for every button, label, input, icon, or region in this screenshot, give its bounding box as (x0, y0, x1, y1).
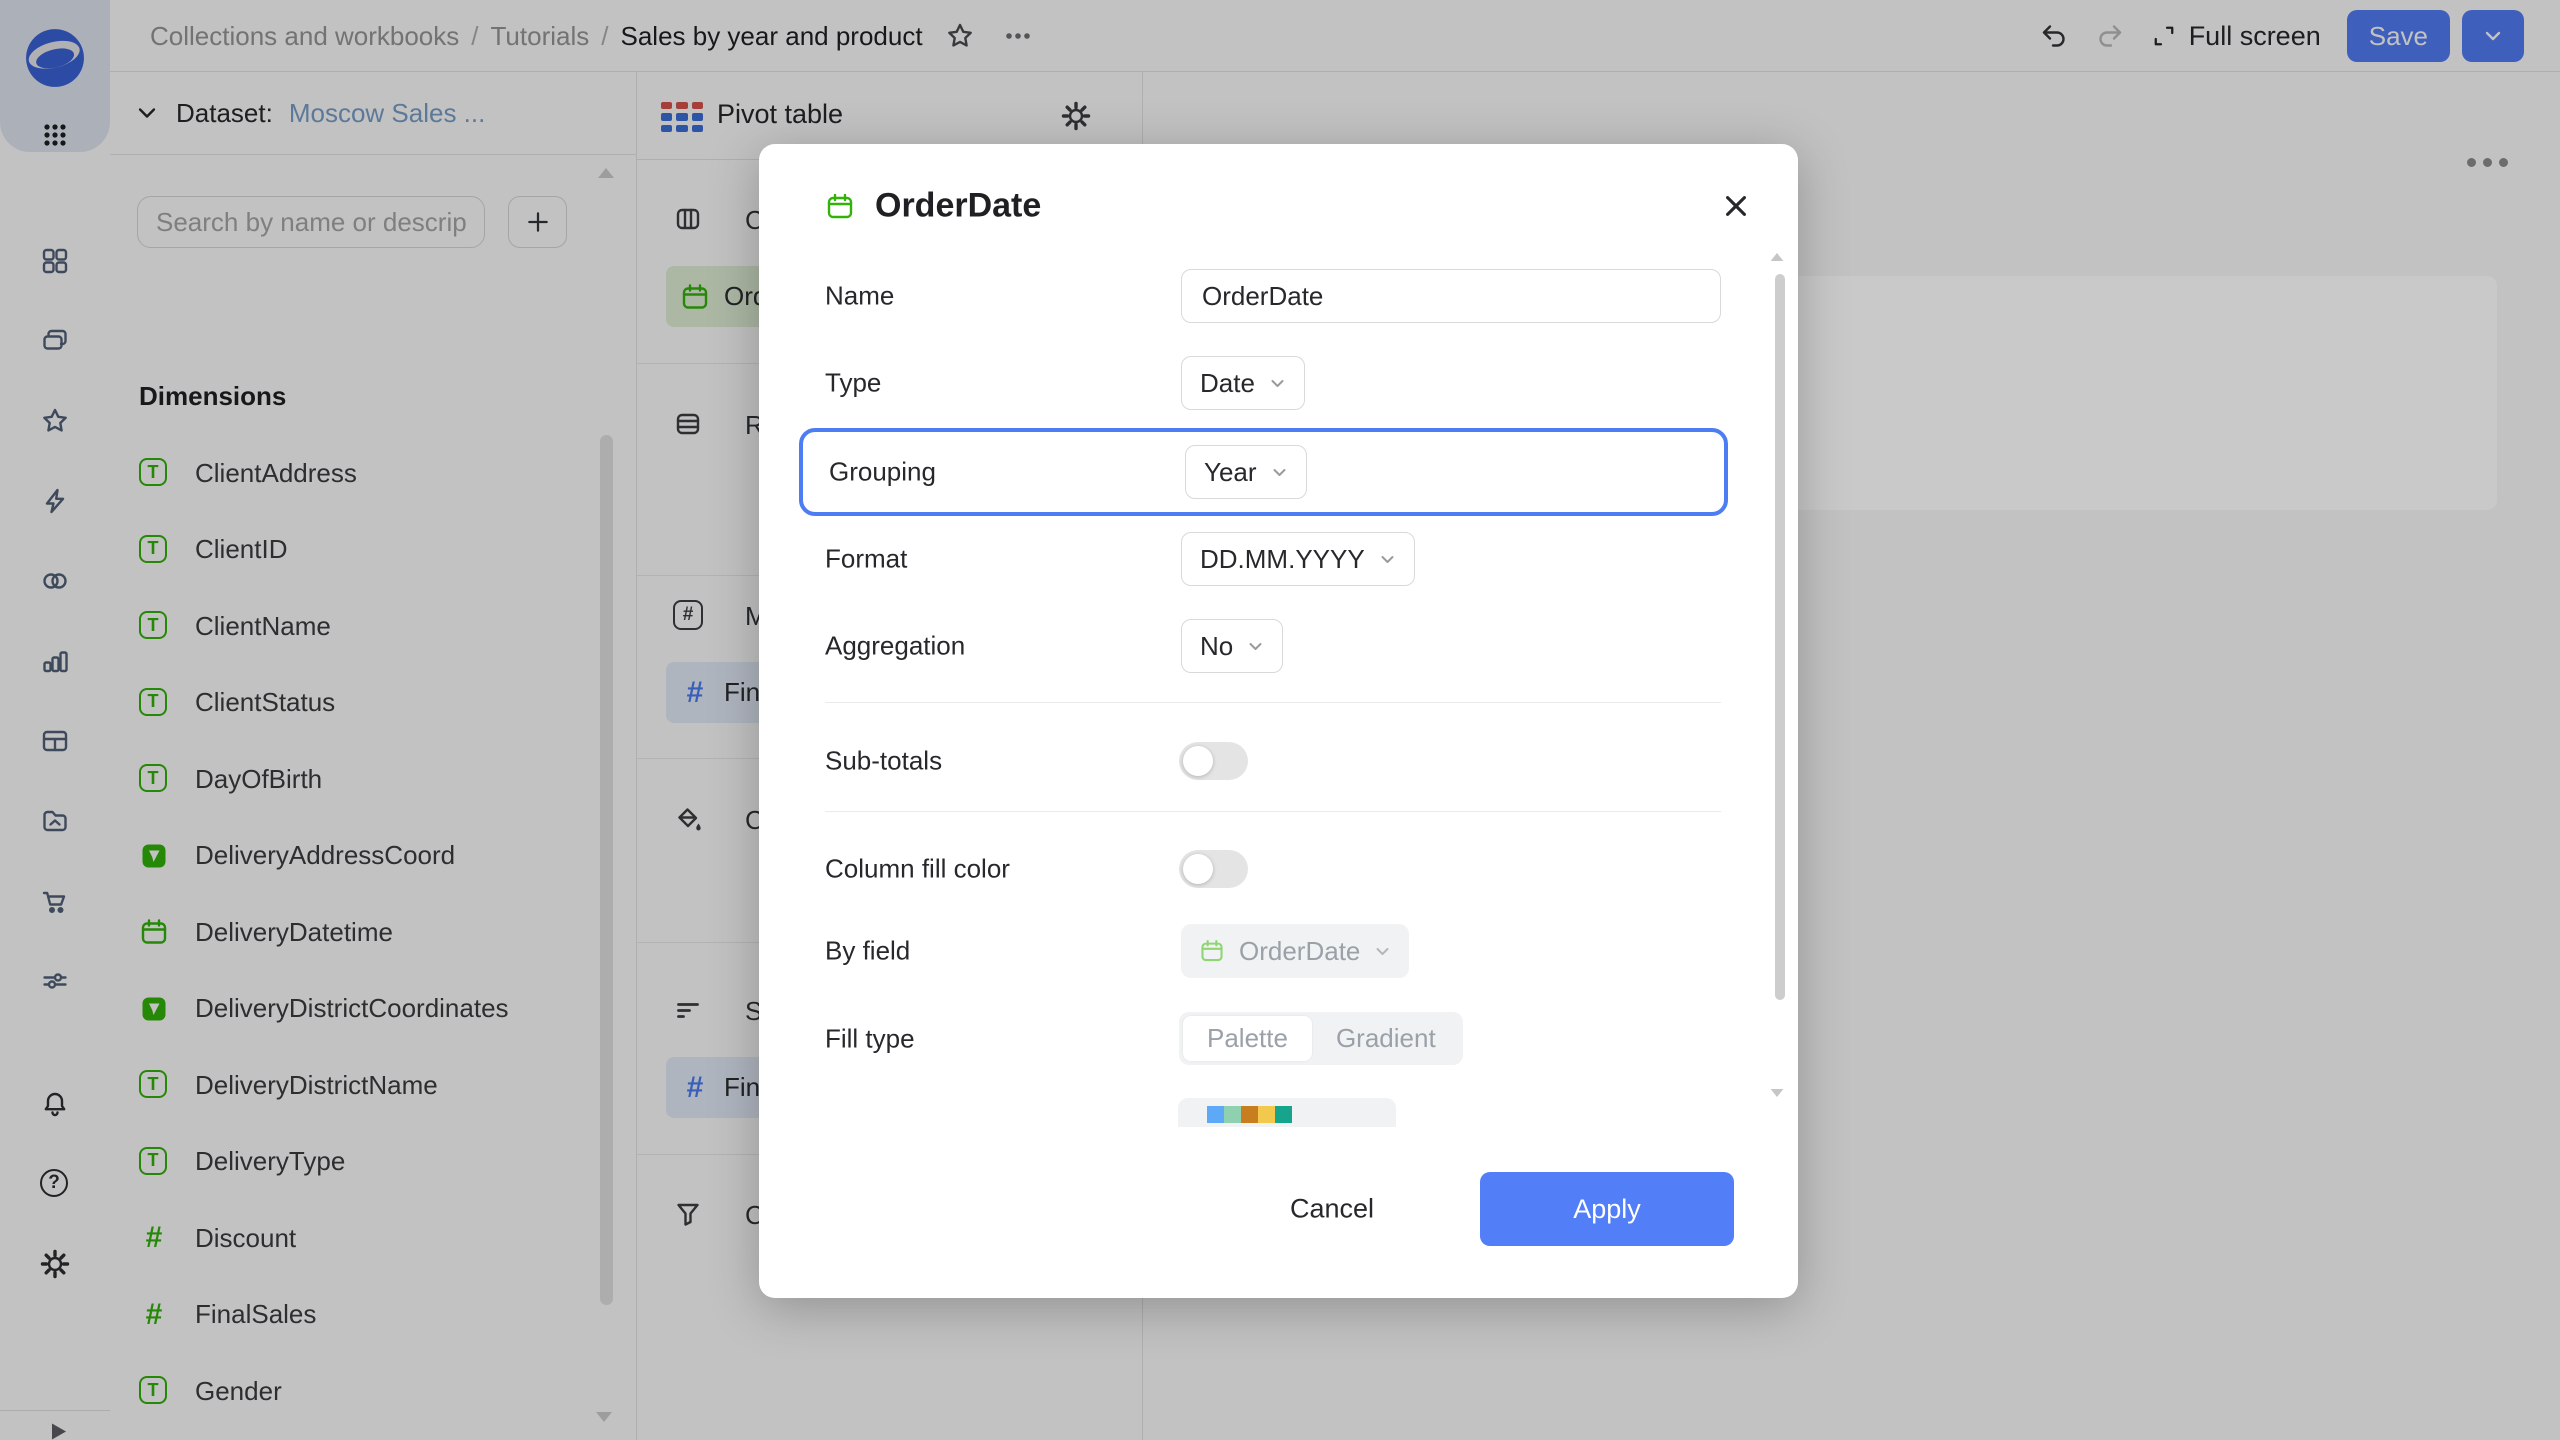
by-field-value: OrderDate (1239, 936, 1360, 967)
field-settings-dialog: OrderDate Name Type Date Grouping (759, 144, 1798, 1298)
grouping-label: Grouping (829, 457, 936, 488)
palette-color-swatch (1258, 1106, 1275, 1123)
type-value: Date (1200, 368, 1255, 399)
column-fill-color-row: Column fill color (759, 842, 1798, 896)
palette-select[interactable] (1178, 1098, 1396, 1127)
subtotals-toggle[interactable] (1179, 742, 1248, 780)
date-field-icon (825, 191, 855, 221)
chevron-down-icon (1379, 551, 1396, 568)
format-select[interactable]: DD.MM.YYYY (1181, 532, 1415, 586)
divider (825, 811, 1721, 812)
format-row: Format DD.MM.YYYY (759, 532, 1798, 586)
type-label: Type (825, 368, 881, 399)
grouping-value: Year (1204, 457, 1257, 488)
aggregation-value: No (1200, 631, 1233, 662)
dialog-title-text: OrderDate (875, 187, 1041, 226)
palette-color-swatch (1207, 1106, 1224, 1123)
column-fill-color-label: Column fill color (825, 854, 1010, 885)
chevron-down-icon (1247, 638, 1264, 655)
type-row: Type Date (759, 356, 1798, 410)
dialog-title: OrderDate (825, 187, 1041, 226)
subtotals-row: Sub-totals (759, 734, 1798, 788)
dialog-scroll-down-icon[interactable] (1771, 1089, 1784, 1097)
fill-type-row: Fill type Palette Gradient (759, 1012, 1798, 1066)
chevron-down-icon (1374, 943, 1391, 960)
dialog-scrollbar[interactable] (1775, 274, 1785, 1000)
by-field-label: By field (825, 936, 910, 967)
format-value: DD.MM.YYYY (1200, 544, 1365, 575)
by-field-row: By field OrderDate (759, 924, 1798, 978)
datalens-wizard-app: ? Collections and workbooks/Tutorials/Sa… (0, 0, 2560, 1440)
cancel-button[interactable]: Cancel (1290, 1194, 1374, 1225)
grouping-select[interactable]: Year (1185, 445, 1307, 499)
subtotals-label: Sub-totals (825, 746, 942, 777)
apply-button[interactable]: Apply (1480, 1172, 1734, 1246)
field-name-input[interactable] (1181, 269, 1721, 323)
fill-type-option-gradient[interactable]: Gradient (1312, 1016, 1460, 1061)
name-row: Name (759, 269, 1798, 323)
date-field-icon (1199, 938, 1225, 964)
format-label: Format (825, 544, 907, 575)
by-field-select: OrderDate (1181, 924, 1409, 978)
chevron-down-icon (1271, 464, 1288, 481)
aggregation-label: Aggregation (825, 631, 965, 662)
palette-color-swatch (1275, 1106, 1292, 1123)
dialog-content: OrderDate Name Type Date Grouping (759, 144, 1798, 1127)
fill-type-segmented-control: Palette Gradient (1179, 1012, 1463, 1065)
name-label: Name (825, 281, 894, 312)
fill-type-option-palette[interactable]: Palette (1183, 1016, 1312, 1061)
chevron-down-icon (1269, 375, 1286, 392)
type-select[interactable]: Date (1181, 356, 1305, 410)
column-fill-color-toggle[interactable] (1179, 850, 1248, 888)
palette-color-swatch (1224, 1106, 1241, 1123)
fill-type-label: Fill type (825, 1024, 915, 1055)
palette-color-swatch (1241, 1106, 1258, 1123)
aggregation-row: Aggregation No (759, 619, 1798, 673)
dialog-scroll-up-icon[interactable] (1771, 253, 1784, 261)
divider (825, 702, 1721, 703)
dialog-footer: Cancel Apply (759, 1172, 1798, 1246)
close-dialog-icon[interactable] (1718, 188, 1754, 224)
aggregation-select[interactable]: No (1181, 619, 1283, 673)
grouping-highlight-box: Grouping Year (799, 428, 1728, 516)
